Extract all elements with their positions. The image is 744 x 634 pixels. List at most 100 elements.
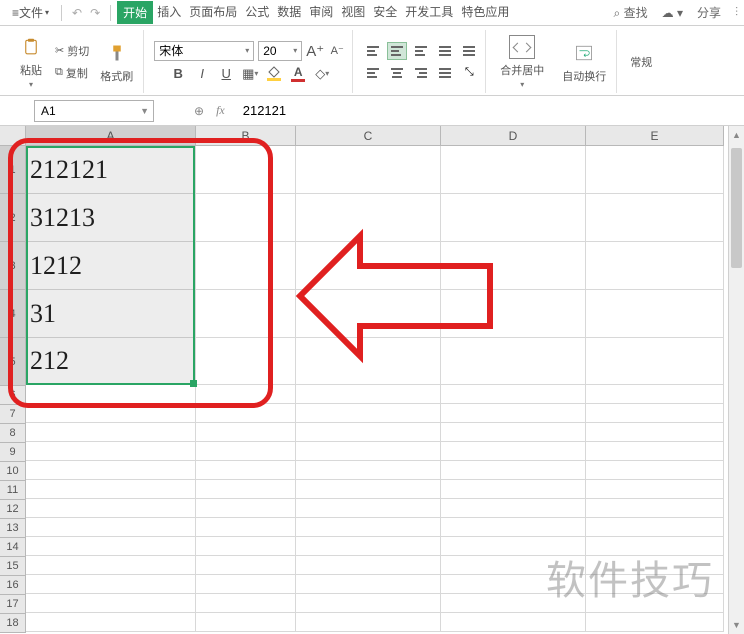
cell-A1[interactable]: 212121 xyxy=(26,146,196,194)
cell-E17[interactable] xyxy=(586,594,724,613)
cell-E3[interactable] xyxy=(586,242,724,290)
column-header-E[interactable]: E xyxy=(586,126,724,146)
cell-A3[interactable]: 1212 xyxy=(26,242,196,290)
cell-B1[interactable] xyxy=(196,146,296,194)
row-header-15[interactable]: 15 xyxy=(0,557,26,576)
cell-A11[interactable] xyxy=(26,480,196,499)
cell-D14[interactable] xyxy=(441,537,586,556)
more-icon[interactable]: ⫶ xyxy=(735,5,738,20)
cell-B6[interactable] xyxy=(196,385,296,404)
cloud-icon[interactable]: ☁ ▾ xyxy=(662,6,683,20)
font-size-select[interactable]: 20 ▾ xyxy=(258,41,302,61)
indent-increase-button[interactable] xyxy=(459,42,479,60)
cell-C18[interactable] xyxy=(296,613,441,632)
tab-开发工具[interactable]: 开发工具 xyxy=(401,1,457,24)
cell-C5[interactable] xyxy=(296,338,441,385)
cell-A13[interactable] xyxy=(26,518,196,537)
row-header-12[interactable]: 12 xyxy=(0,500,26,519)
cell-E15[interactable] xyxy=(586,556,724,575)
font-color-button[interactable]: A xyxy=(289,65,307,83)
merge-center-button[interactable]: 合并居中 ▾ xyxy=(496,32,548,91)
cell-style-button[interactable]: ◇▾ xyxy=(313,65,331,83)
cell-B7[interactable] xyxy=(196,404,296,423)
cell-C12[interactable] xyxy=(296,499,441,518)
cell-D2[interactable] xyxy=(441,194,586,242)
cut-button[interactable]: ✂ 剪切 xyxy=(52,42,92,60)
bold-button[interactable]: B xyxy=(169,65,187,83)
cell-B14[interactable] xyxy=(196,537,296,556)
cell-C11[interactable] xyxy=(296,480,441,499)
tab-视图[interactable]: 视图 xyxy=(337,1,369,24)
align-right-button[interactable] xyxy=(411,64,431,82)
scroll-thumb[interactable] xyxy=(731,148,742,268)
row-header-3[interactable]: 3 xyxy=(0,242,26,290)
cell-D15[interactable] xyxy=(441,556,586,575)
spreadsheet-grid[interactable]: ABCDE 123456789101112131415161718 212121… xyxy=(0,126,744,634)
cell-B5[interactable] xyxy=(196,338,296,385)
cell-B10[interactable] xyxy=(196,461,296,480)
cell-C6[interactable] xyxy=(296,385,441,404)
file-menu[interactable]: ≡ 文件 ▾ xyxy=(6,2,55,23)
column-header-C[interactable]: C xyxy=(296,126,441,146)
shrink-font-button[interactable]: A⁻ xyxy=(328,42,346,60)
cell-E9[interactable] xyxy=(586,442,724,461)
redo-icon[interactable]: ↷ xyxy=(90,6,100,20)
row-header-18[interactable]: 18 xyxy=(0,614,26,633)
cell-E13[interactable] xyxy=(586,518,724,537)
tab-数据[interactable]: 数据 xyxy=(273,1,305,24)
cell-D8[interactable] xyxy=(441,423,586,442)
cell-D12[interactable] xyxy=(441,499,586,518)
cell-D4[interactable] xyxy=(441,290,586,338)
cell-E5[interactable] xyxy=(586,338,724,385)
indent-decrease-button[interactable] xyxy=(435,42,455,60)
row-header-8[interactable]: 8 xyxy=(0,424,26,443)
cell-A4[interactable]: 31 xyxy=(26,290,196,338)
undo-icon[interactable]: ↶ xyxy=(72,6,82,20)
cell-E4[interactable] xyxy=(586,290,724,338)
cell-A8[interactable] xyxy=(26,423,196,442)
cell-B8[interactable] xyxy=(196,423,296,442)
cell-D3[interactable] xyxy=(441,242,586,290)
number-format-select[interactable]: 常规 xyxy=(627,53,655,71)
cell-B13[interactable] xyxy=(196,518,296,537)
cell-E8[interactable] xyxy=(586,423,724,442)
cell-D18[interactable] xyxy=(441,613,586,632)
align-left-button[interactable] xyxy=(363,64,383,82)
format-painter-button[interactable]: 格式刷 xyxy=(96,38,137,86)
fx-icon[interactable]: fx xyxy=(216,103,225,118)
border-button[interactable]: ▦▾ xyxy=(241,65,259,83)
tab-公式[interactable]: 公式 xyxy=(241,1,273,24)
fill-color-button[interactable] xyxy=(265,65,283,83)
tab-开始[interactable]: 开始 xyxy=(117,1,153,24)
cell-C8[interactable] xyxy=(296,423,441,442)
row-header-17[interactable]: 17 xyxy=(0,595,26,614)
name-box[interactable]: A1 ▼ xyxy=(34,100,154,122)
cell-B2[interactable] xyxy=(196,194,296,242)
align-center-button[interactable] xyxy=(387,64,407,82)
cell-A5[interactable]: 212 xyxy=(26,338,196,385)
cell-C13[interactable] xyxy=(296,518,441,537)
zoom-icon[interactable]: ⊕ xyxy=(194,104,204,118)
row-header-16[interactable]: 16 xyxy=(0,576,26,595)
cell-B4[interactable] xyxy=(196,290,296,338)
font-name-select[interactable]: 宋体 ▾ xyxy=(154,41,254,61)
cell-D10[interactable] xyxy=(441,461,586,480)
grow-font-button[interactable]: A⁺ xyxy=(306,42,324,60)
row-header-5[interactable]: 5 xyxy=(0,338,26,386)
cell-A6[interactable] xyxy=(26,385,196,404)
row-header-11[interactable]: 11 xyxy=(0,481,26,500)
cell-A9[interactable] xyxy=(26,442,196,461)
cell-E14[interactable] xyxy=(586,537,724,556)
tab-特色应用[interactable]: 特色应用 xyxy=(457,1,513,24)
column-header-D[interactable]: D xyxy=(441,126,586,146)
tab-安全[interactable]: 安全 xyxy=(369,1,401,24)
cell-E16[interactable] xyxy=(586,575,724,594)
cell-E10[interactable] xyxy=(586,461,724,480)
cell-E18[interactable] xyxy=(586,613,724,632)
cell-C10[interactable] xyxy=(296,461,441,480)
column-header-A[interactable]: A xyxy=(26,126,196,146)
justify-button[interactable] xyxy=(435,64,455,82)
cell-A16[interactable] xyxy=(26,575,196,594)
align-bottom-button[interactable] xyxy=(411,42,431,60)
row-header-2[interactable]: 2 xyxy=(0,194,26,242)
